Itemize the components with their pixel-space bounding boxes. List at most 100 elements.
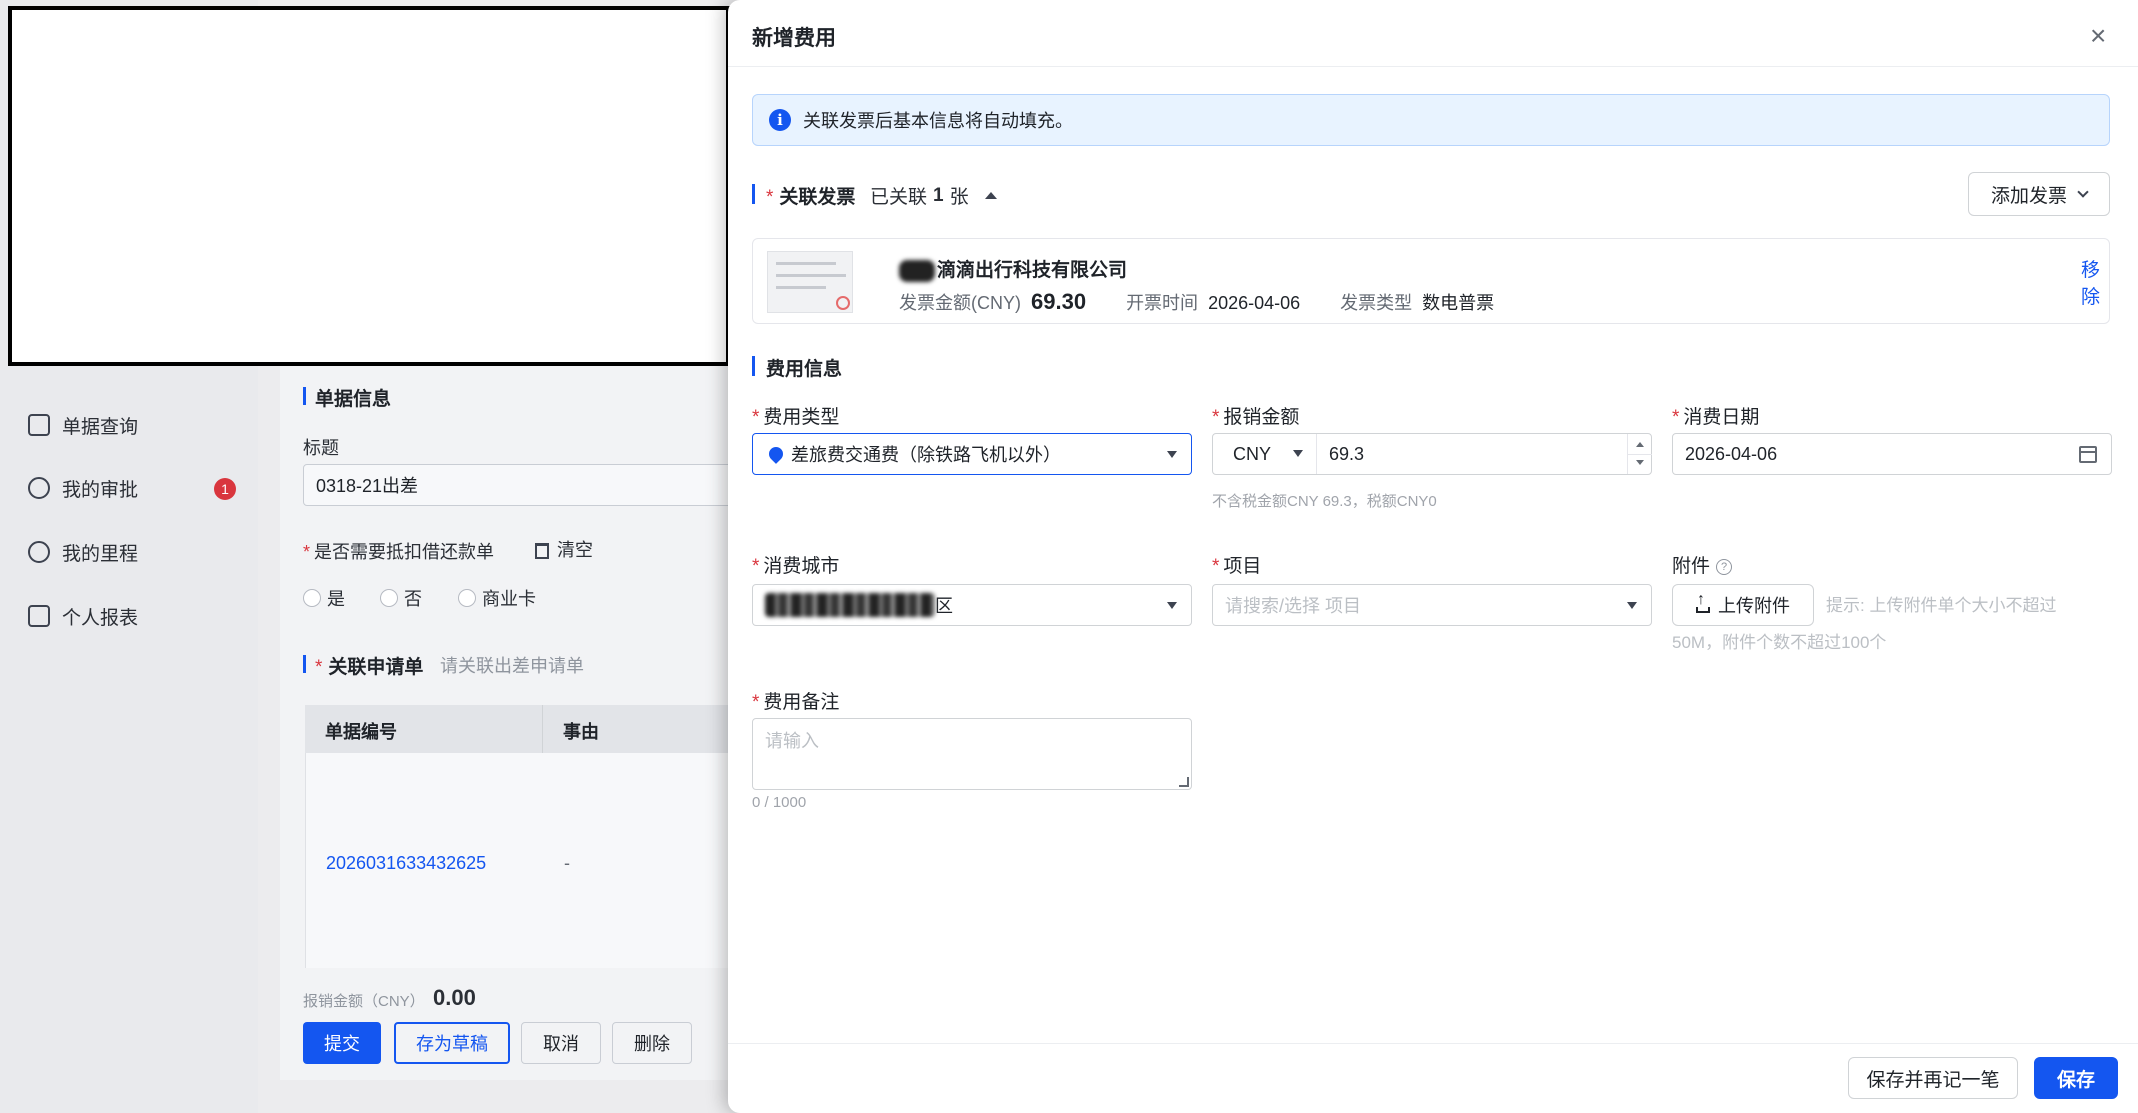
invoice-type-label: 发票类型: [1340, 293, 1413, 313]
radio-business-card[interactable]: 商业卡: [458, 585, 536, 611]
radio-label: 商业卡: [482, 589, 536, 609]
radio-label: 否: [404, 589, 422, 609]
stepper-down-icon[interactable]: [1636, 460, 1644, 465]
amount-stepper[interactable]: [1627, 434, 1652, 474]
request-table-header: 单据编号 事由: [305, 705, 740, 753]
odometer-icon: [28, 541, 50, 563]
col-reason: 事由: [563, 722, 599, 742]
calendar-icon: [2079, 446, 2097, 463]
currency-dropdown-icon: [1293, 450, 1303, 457]
city-suffix: 区: [935, 596, 953, 616]
date-picker[interactable]: 2026-04-06: [1672, 433, 2112, 475]
invoice-type: 数电普票: [1422, 293, 1495, 313]
stepper-up-icon[interactable]: [1636, 442, 1644, 447]
upload-label: 上传附件: [1718, 596, 1790, 616]
user-icon: [28, 477, 50, 499]
amount-label: * 报销金额: [1212, 407, 1300, 428]
invoice-meta: 发票金额(CNY) 69.30 开票时间 2026-04-06 发票类型 数电普…: [899, 289, 1494, 315]
linked-prefix: 已关联: [870, 187, 928, 208]
redacted-text: [899, 259, 935, 282]
date-label-text: 消费日期: [1683, 407, 1760, 428]
invoice-company-name: 滴滴出行科技有限公司: [937, 260, 1128, 281]
city-select[interactable]: 区: [752, 584, 1192, 626]
delete-button[interactable]: 删除: [612, 1022, 692, 1064]
expense-type-value: 差旅费交通费（除铁路飞机以外）: [791, 445, 1061, 465]
nav-label: 单据查询: [62, 416, 139, 438]
invoice-thumbnail[interactable]: [767, 251, 853, 313]
save-draft-button[interactable]: 存为草稿: [394, 1022, 510, 1064]
info-banner: i 关联发票后基本信息将自动填充。: [752, 94, 2110, 146]
trash-icon: [535, 543, 549, 560]
nav-label: 我的审批: [62, 479, 139, 501]
note-placeholder: 请输入: [765, 731, 819, 751]
redacted-city: [765, 593, 935, 617]
help-icon[interactable]: ?: [1716, 558, 1733, 575]
submit-button[interactable]: 提交: [303, 1022, 381, 1064]
linked-request-hint: 请关联出差申请单: [440, 656, 584, 676]
dropdown-arrow-icon: [1627, 602, 1637, 609]
approval-count-badge: 1: [214, 478, 236, 500]
nav-item-my-approval[interactable]: 我的审批: [28, 471, 138, 505]
cancel-button[interactable]: 取消: [521, 1022, 601, 1064]
linked-invoice-count[interactable]: 已关联 1 张: [870, 182, 997, 209]
amount-hint: 不含税金额CNY 69.3，税额CNY0: [1212, 493, 1437, 510]
nav-item-personal-report[interactable]: 个人报表: [28, 599, 138, 633]
footer-divider: [728, 1043, 2138, 1044]
close-icon[interactable]: ×: [2090, 20, 2106, 52]
reason-cell: -: [564, 853, 570, 873]
add-invoice-label: 添加发票: [1990, 185, 2067, 207]
add-invoice-button[interactable]: 添加发票: [1968, 172, 2110, 216]
note-counter: 0 / 1000: [752, 794, 807, 811]
reimburse-value: 0.00: [433, 985, 476, 1010]
clear-button[interactable]: 清空: [535, 536, 593, 562]
resize-handle-icon[interactable]: [1179, 777, 1189, 787]
note-textarea[interactable]: 请输入: [752, 718, 1192, 790]
currency-select[interactable]: CNY: [1213, 434, 1317, 474]
nav-label: 个人报表: [62, 607, 139, 629]
doc-info-title: 单据信息: [303, 384, 391, 411]
dropdown-arrow-icon: [1167, 451, 1177, 458]
amount-field: CNY 69.3: [1212, 433, 1652, 475]
date-value: 2026-04-06: [1685, 443, 1778, 464]
amount-input[interactable]: 69.3: [1329, 444, 1364, 465]
drawer-title: 新增费用: [752, 27, 836, 50]
attachment-label-text: 附件: [1672, 556, 1711, 577]
header-divider: [728, 66, 2138, 67]
title-input[interactable]: 0318-21出差: [303, 464, 740, 506]
amount-label-text: 报销金额: [1223, 407, 1300, 428]
save-button[interactable]: 保存: [2034, 1057, 2118, 1099]
nav-item-doc-query[interactable]: 单据查询: [28, 408, 138, 442]
reimburse-label: 报销金额（CNY）: [303, 993, 425, 1010]
radio-circle: [380, 589, 398, 607]
invoice-amount: 69.30: [1031, 289, 1087, 314]
linked-suffix: 张: [949, 187, 969, 208]
offset-question-label: 是否需要抵扣借还款单: [303, 538, 494, 564]
city-label-text: 消费城市: [763, 556, 840, 577]
radio-circle: [458, 589, 476, 607]
radio-yes[interactable]: 是: [303, 585, 345, 611]
save-and-add-another-button[interactable]: 保存并再记一笔: [1848, 1057, 2018, 1099]
invoice-section-title-text: 关联发票: [779, 187, 856, 208]
nav-item-my-mileage[interactable]: 我的里程: [28, 535, 138, 569]
project-label-text: 项目: [1223, 556, 1262, 577]
invoice-date: 2026-04-06: [1208, 293, 1301, 313]
expense-type-label-text: 费用类型: [763, 407, 840, 428]
upload-hint: 提示: 上传附件单个大小不超过: [1826, 596, 2057, 615]
expense-type-select[interactable]: 差旅费交通费（除铁路飞机以外）: [752, 433, 1192, 475]
title-value: 0318-21出差: [316, 476, 419, 496]
info-text: 关联发票后基本信息将自动填充。: [803, 111, 1073, 131]
project-select[interactable]: 请搜索/选择 项目: [1212, 584, 1652, 626]
date-label: * 消费日期: [1672, 407, 1760, 428]
doc-no-link[interactable]: 2026031633432625: [326, 853, 486, 874]
info-icon: i: [769, 109, 791, 131]
linked-request-title-text: 关联申请单: [328, 657, 424, 678]
radio-circle: [303, 589, 321, 607]
col-doc-no: 单据编号: [325, 722, 397, 742]
invoice-company: 滴滴出行科技有限公司: [899, 255, 1127, 282]
remove-invoice-link[interactable]: 移除: [2081, 255, 2109, 309]
radio-no[interactable]: 否: [380, 585, 422, 611]
upload-attachment-button[interactable]: 上传附件: [1672, 584, 1814, 626]
linked-request-title: * 关联申请单: [303, 652, 423, 679]
currency-value: CNY: [1233, 443, 1272, 464]
collapse-caret-icon: [984, 192, 997, 199]
